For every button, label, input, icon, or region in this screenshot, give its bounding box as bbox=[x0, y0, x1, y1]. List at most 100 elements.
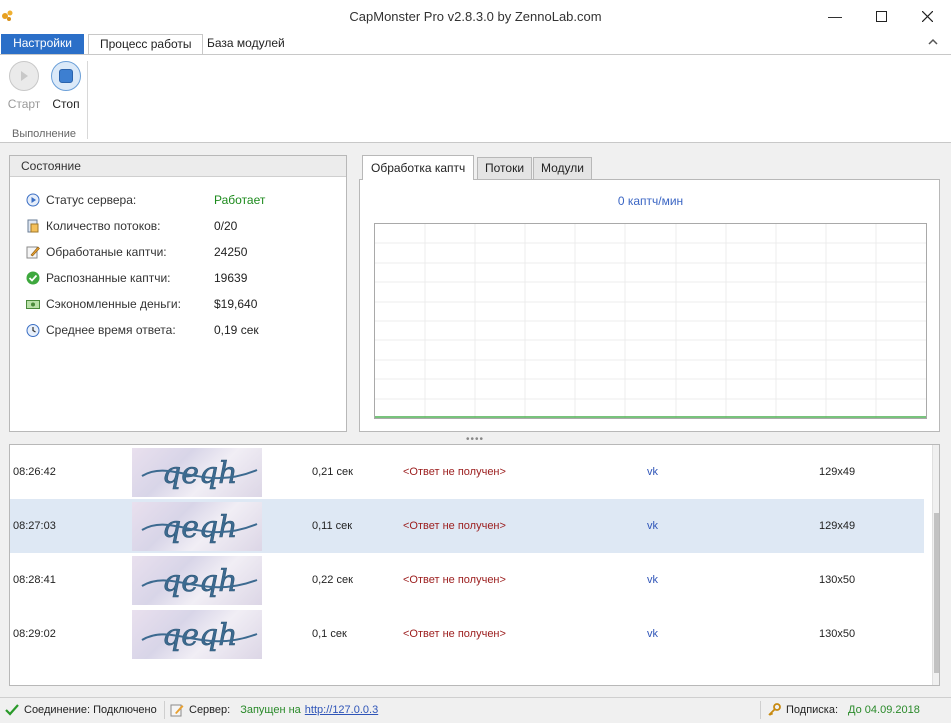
ribbon-group-label: Выполнение bbox=[11, 128, 77, 140]
chart-panel: 0 каптч/мин bbox=[359, 179, 940, 432]
play-status-icon bbox=[26, 193, 40, 207]
captcha-log-list: 08:26:42 qeqh 0,21 сек <Ответ не получен… bbox=[9, 444, 940, 686]
avg-response-row: Среднее время ответа: 0,19 сек bbox=[26, 320, 259, 340]
state-label: Сэкономленные деньги: bbox=[46, 297, 181, 311]
vertical-scrollbar[interactable] bbox=[932, 445, 939, 685]
answer-cell: <Ответ не получен> bbox=[403, 574, 506, 586]
status-bar: Соединение: Подключено Сервер: Запущен н… bbox=[0, 697, 951, 723]
stop-icon bbox=[51, 61, 81, 91]
close-icon bbox=[921, 10, 933, 22]
tab-modules[interactable]: Модули bbox=[533, 157, 592, 179]
answer-cell: <Ответ не получен> bbox=[403, 520, 506, 532]
state-value: 0,19 сек bbox=[214, 323, 259, 337]
connection-check-icon bbox=[5, 704, 19, 716]
state-label: Среднее время ответа: bbox=[46, 323, 176, 337]
state-label: Распознанные каптчи: bbox=[46, 271, 171, 285]
server-value: Запущен на bbox=[240, 704, 301, 716]
captcha-image: qeqh bbox=[132, 556, 262, 605]
captcha-image: qeqh bbox=[132, 448, 262, 497]
time-cell: 08:28:41 bbox=[13, 574, 56, 586]
status-divider bbox=[164, 701, 165, 719]
server-status-row: Статус сервера: Работает bbox=[26, 190, 265, 210]
close-button[interactable] bbox=[904, 0, 950, 32]
recognized-row: Распознанные каптчи: 19639 bbox=[26, 268, 247, 288]
service-cell: vk bbox=[647, 466, 658, 478]
check-icon bbox=[26, 271, 40, 285]
saved-money-row: Сэкономленные деньги: $19,640 bbox=[26, 294, 257, 314]
state-label: Количество потоков: bbox=[46, 219, 161, 233]
subscription-status: Подписка: До 04.09.2018 bbox=[767, 703, 920, 717]
captcha-rate-label: 0 каптч/мин bbox=[617, 194, 684, 208]
threads-icon bbox=[26, 219, 40, 233]
chart-area bbox=[374, 223, 927, 419]
minimize-icon: — bbox=[828, 8, 842, 24]
edit-icon bbox=[26, 245, 40, 259]
subscription-label: Подписка: bbox=[786, 704, 839, 716]
table-row[interactable]: 08:26:42 qeqh 0,21 сек <Ответ не получен… bbox=[10, 445, 924, 499]
answer-cell: <Ответ не получен> bbox=[403, 628, 506, 640]
svg-text:qeqh: qeqh bbox=[162, 456, 237, 491]
svg-text:qeqh: qeqh bbox=[162, 510, 237, 545]
state-value: 0/20 bbox=[214, 219, 238, 233]
server-label: Сервер: bbox=[189, 704, 231, 716]
play-icon bbox=[9, 61, 39, 91]
tab-threads[interactable]: Потоки bbox=[477, 157, 533, 179]
money-icon bbox=[26, 297, 40, 311]
clock-icon bbox=[26, 323, 40, 337]
ribbon-collapse-icon[interactable] bbox=[928, 36, 938, 48]
size-cell: 129x49 bbox=[819, 520, 856, 532]
table-row[interactable]: 08:27:03 qeqh 0,11 сек <Ответ не получен… bbox=[10, 499, 924, 553]
server-status: Сервер: Запущен на http://127.0.0.3 bbox=[170, 703, 378, 717]
state-label: Статус сервера: bbox=[46, 193, 137, 207]
duration-cell: 0,11 сек bbox=[312, 520, 353, 532]
state-value: 24250 bbox=[214, 245, 248, 259]
captcha-image: qeqh bbox=[132, 610, 262, 659]
processed-row: Обработаные каптчи: 24250 bbox=[26, 242, 247, 262]
state-label: Обработаные каптчи: bbox=[46, 245, 167, 259]
answer-cell: <Ответ не получен> bbox=[403, 466, 506, 478]
time-cell: 08:29:02 bbox=[13, 628, 56, 640]
maximize-icon bbox=[875, 10, 887, 22]
state-panel: Состояние Статус сервера: Работает Колич… bbox=[9, 155, 347, 432]
time-cell: 08:27:03 bbox=[13, 520, 56, 532]
threads-row: Количество потоков: 0/20 bbox=[26, 216, 237, 236]
chart-svg bbox=[375, 224, 926, 418]
minimize-button[interactable]: — bbox=[812, 0, 858, 32]
server-icon bbox=[170, 704, 184, 717]
subscription-value: До 04.09.2018 bbox=[848, 704, 920, 716]
size-cell: 129x49 bbox=[819, 466, 856, 478]
state-value: $19,640 bbox=[214, 297, 258, 311]
settings-tab[interactable]: Настройки bbox=[1, 34, 84, 54]
stop-label: Стоп bbox=[52, 97, 80, 111]
table-row[interactable]: 08:28:41 qeqh 0,22 сек <Ответ не получен… bbox=[10, 553, 924, 607]
service-cell: vk bbox=[647, 520, 658, 532]
key-icon bbox=[768, 703, 781, 716]
service-cell: vk bbox=[647, 628, 658, 640]
start-label: Старт bbox=[7, 97, 41, 111]
status-divider bbox=[760, 701, 761, 719]
size-cell: 130x50 bbox=[819, 628, 856, 640]
window-title: CapMonster Pro v2.8.3.0 by ZennoLab.com bbox=[349, 9, 602, 24]
start-button[interactable]: Старт bbox=[2, 61, 46, 111]
tab-captcha-processing[interactable]: Обработка каптч bbox=[362, 155, 475, 180]
state-panel-header: Состояние bbox=[10, 156, 346, 177]
duration-cell: 0,1 сек bbox=[312, 628, 347, 640]
duration-cell: 0,21 сек bbox=[312, 466, 353, 478]
server-link[interactable]: http://127.0.0.3 bbox=[305, 704, 378, 716]
maximize-button[interactable] bbox=[858, 0, 904, 32]
ribbon-panel: Старт Стоп Выполнение bbox=[0, 54, 951, 143]
service-cell: vk bbox=[647, 574, 658, 586]
connection-status: Соединение: Подключено bbox=[5, 703, 157, 717]
state-value: Работает bbox=[214, 193, 266, 207]
state-value: 19639 bbox=[214, 271, 248, 285]
stop-button[interactable]: Стоп bbox=[44, 61, 88, 111]
captcha-image: qeqh bbox=[132, 502, 262, 551]
time-cell: 08:26:42 bbox=[13, 466, 56, 478]
table-row[interactable]: 08:29:02 qeqh 0,1 сек <Ответ не получен>… bbox=[10, 607, 924, 661]
connection-text: Соединение: Подключено bbox=[24, 704, 157, 716]
duration-cell: 0,22 сек bbox=[312, 574, 353, 586]
scrollbar-thumb[interactable] bbox=[934, 513, 939, 673]
tab-modules-base[interactable]: База модулей bbox=[196, 34, 296, 54]
size-cell: 130x50 bbox=[819, 574, 856, 586]
tab-process[interactable]: Процесс работы bbox=[88, 34, 204, 55]
